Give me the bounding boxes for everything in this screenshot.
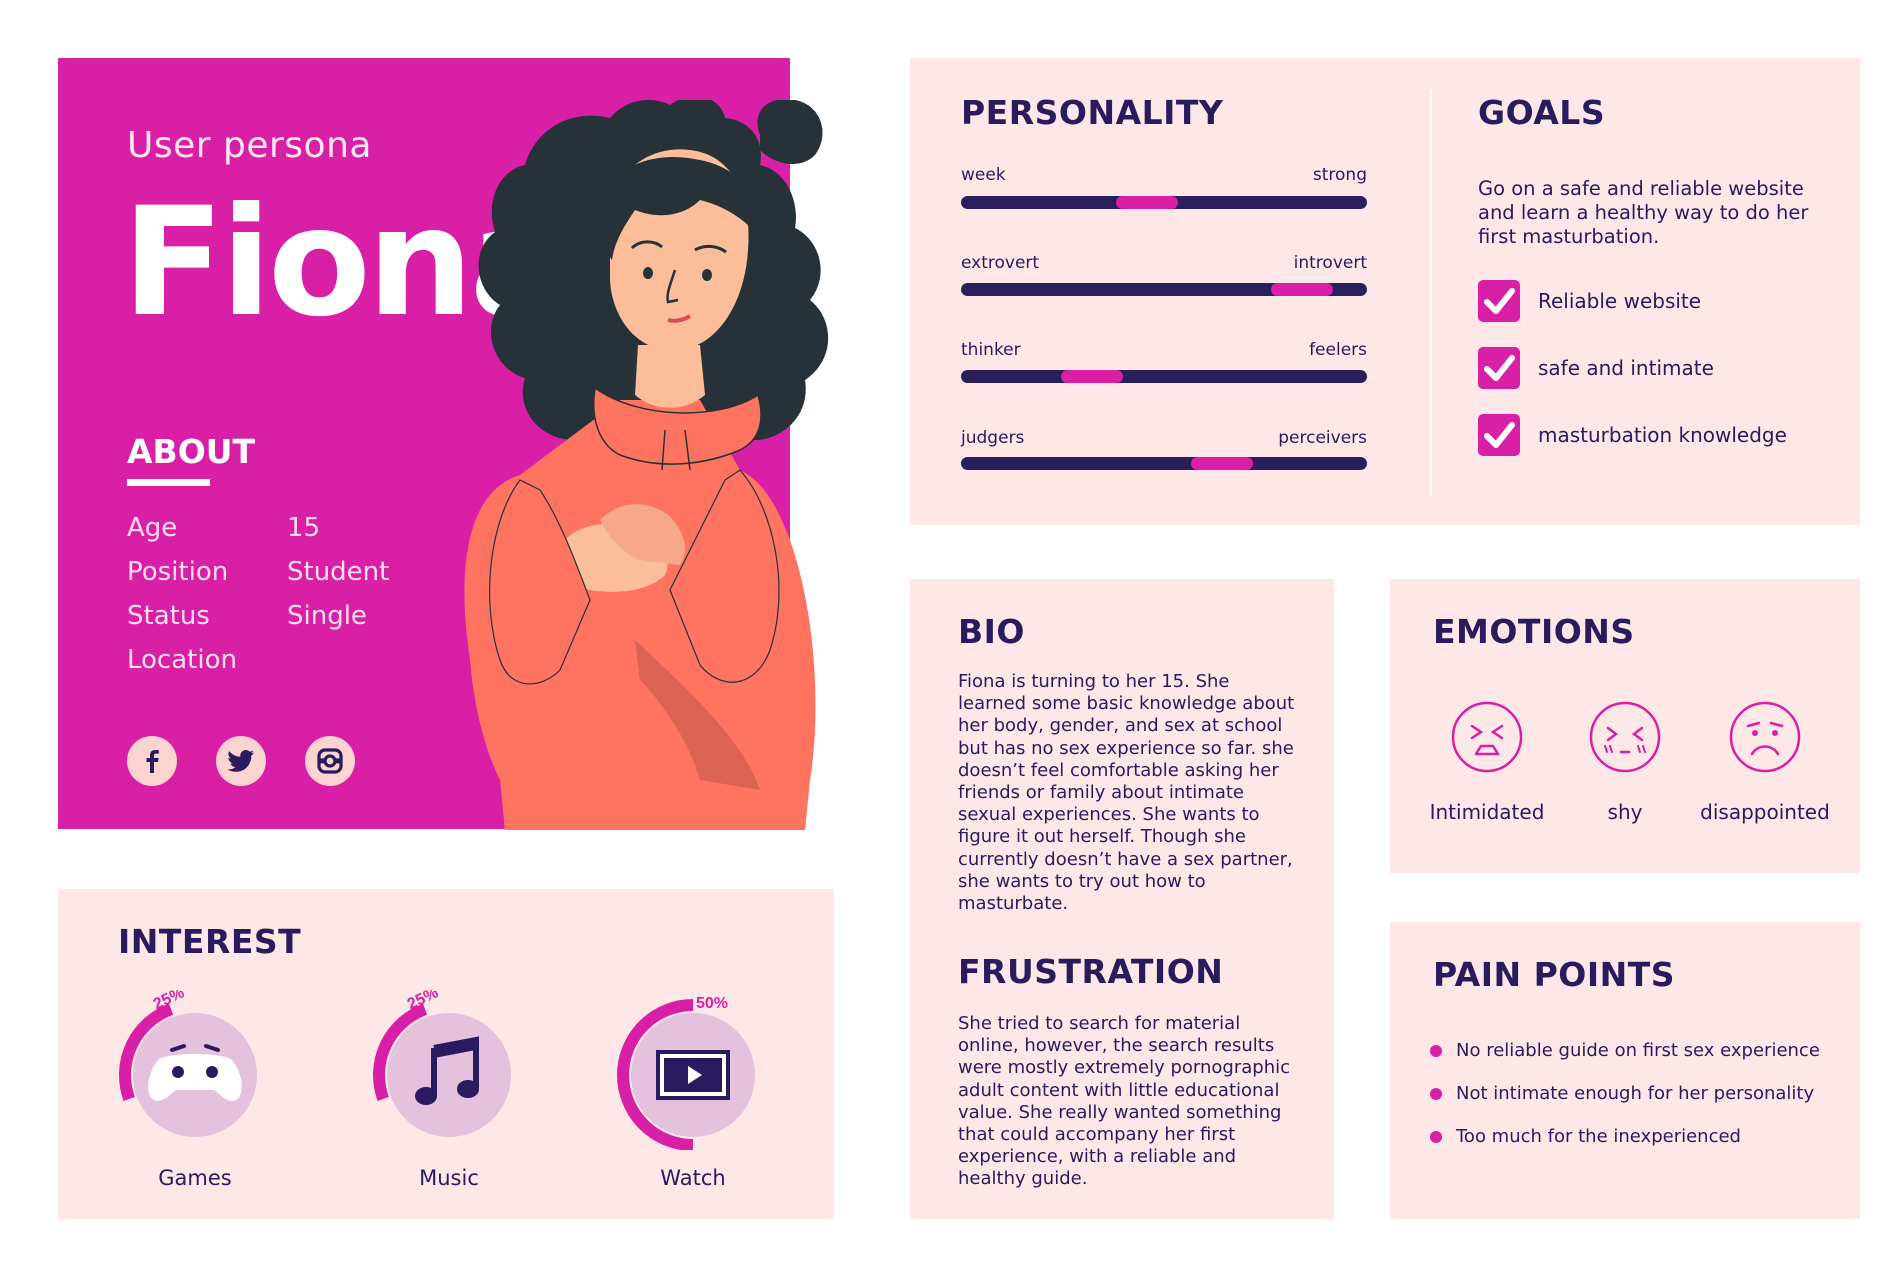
interest-title: INTEREST xyxy=(118,922,302,961)
goal-item: safe and intimate xyxy=(1478,347,1714,389)
pain-point-item: Not intimate enough for her personality xyxy=(1430,1083,1814,1104)
emotion-label: disappointed xyxy=(1700,800,1830,824)
emotions-title: EMOTIONS xyxy=(1433,612,1635,651)
about-row-age: Age 15 xyxy=(127,513,320,543)
pain-point-item: No reliable guide on first sex experienc… xyxy=(1430,1040,1820,1061)
trait-left-label: extrovert xyxy=(961,253,1040,273)
frustration-text: She tried to search for material online,… xyxy=(958,1013,1291,1190)
goal-label: masturbation knowledge xyxy=(1538,423,1787,447)
pain-point-text: Too much for the inexperienced xyxy=(1456,1126,1741,1147)
emotion-label: shy xyxy=(1607,800,1643,824)
instagram-icon xyxy=(317,748,343,774)
goal-item: masturbation knowledge xyxy=(1478,414,1787,456)
about-value: Single xyxy=(287,601,367,631)
twitter-icon xyxy=(227,750,254,772)
trait-right-label: feelers xyxy=(1309,340,1367,360)
trait-labels: extrovert introvert xyxy=(961,253,1367,273)
trait-slider xyxy=(961,196,1367,209)
interest-games-ring: 25% xyxy=(119,990,257,1137)
interest-watch-ring: 50% xyxy=(617,995,755,1150)
bio-text: Fiona is turning to her 15. She learned … xyxy=(958,671,1295,915)
trait-slider xyxy=(961,457,1367,470)
trait-marker xyxy=(1271,283,1333,296)
bio-title: BIO xyxy=(958,612,1025,651)
goal-item: Reliable website xyxy=(1478,280,1701,322)
about-key: Location xyxy=(127,645,237,675)
personality-title: PERSONALITY xyxy=(961,93,1224,132)
trait-marker xyxy=(1116,196,1178,209)
about-title: ABOUT xyxy=(127,432,256,471)
interest-label: Games xyxy=(158,1166,232,1190)
trait-labels: week strong xyxy=(961,165,1367,185)
trait-marker xyxy=(1061,370,1123,383)
trait-left-label: judgers xyxy=(961,428,1025,448)
interest-percent: 50% xyxy=(696,995,728,1012)
goal-label: safe and intimate xyxy=(1538,356,1714,380)
about-underline xyxy=(127,479,210,486)
about-value: Student xyxy=(287,557,390,587)
facebook-icon xyxy=(146,750,159,773)
bullet-dot xyxy=(1430,1044,1442,1057)
pain-points-title: PAIN POINTS xyxy=(1433,955,1675,994)
trait-right-label: strong xyxy=(1312,165,1367,185)
trait-marker xyxy=(1191,457,1253,470)
checkbox-checked-icon xyxy=(1478,280,1520,322)
disappointed-face-icon xyxy=(1729,701,1801,773)
intimidated-face-icon xyxy=(1451,701,1523,773)
about-key: Status xyxy=(127,601,210,631)
trait-right-label: introvert xyxy=(1293,253,1367,273)
goal-label: Reliable website xyxy=(1538,289,1702,313)
persona-subtitle: User persona xyxy=(127,125,372,166)
trait-right-label: perceivers xyxy=(1278,428,1367,448)
trait-labels: judgers perceivers xyxy=(961,428,1367,448)
checkbox-checked-icon xyxy=(1478,347,1520,389)
twitter-button[interactable] xyxy=(216,736,266,786)
persona-illustration xyxy=(440,96,920,830)
interest-music-ring: 25% xyxy=(373,990,511,1137)
about-row-position: Position Student xyxy=(127,557,389,587)
goals-text: Go on a safe and reliable website and le… xyxy=(1478,177,1809,248)
about-row-status: Status Single xyxy=(127,601,367,631)
video-play-icon xyxy=(656,1050,730,1100)
panel-divider xyxy=(1430,90,1432,495)
emotion-label: Intimidated xyxy=(1429,800,1545,824)
goals-title: GOALS xyxy=(1478,93,1606,132)
facebook-button[interactable] xyxy=(127,736,177,786)
trait-left-label: week xyxy=(961,165,1006,185)
shy-face-icon xyxy=(1589,701,1661,773)
trait-left-label: thinker xyxy=(961,340,1021,360)
instagram-button[interactable] xyxy=(305,736,355,786)
interest-label: Music xyxy=(419,1166,479,1190)
pain-point-text: No reliable guide on first sex experienc… xyxy=(1456,1040,1820,1061)
trait-labels: thinker feelers xyxy=(961,340,1367,360)
checkbox-checked-icon xyxy=(1478,414,1520,456)
bullet-dot xyxy=(1430,1130,1442,1143)
trait-slider xyxy=(961,370,1367,383)
about-key: Age xyxy=(127,513,178,543)
pain-point-item: Too much for the inexperienced xyxy=(1430,1126,1741,1147)
interest-label: Watch xyxy=(660,1166,726,1190)
about-row-location: Location xyxy=(127,645,287,675)
about-value: 15 xyxy=(287,513,321,543)
about-key: Position xyxy=(127,557,229,587)
bullet-dot xyxy=(1430,1087,1442,1100)
trait-slider xyxy=(961,283,1367,296)
pain-point-text: Not intimate enough for her personality xyxy=(1456,1083,1815,1104)
frustration-title: FRUSTRATION xyxy=(958,952,1224,991)
